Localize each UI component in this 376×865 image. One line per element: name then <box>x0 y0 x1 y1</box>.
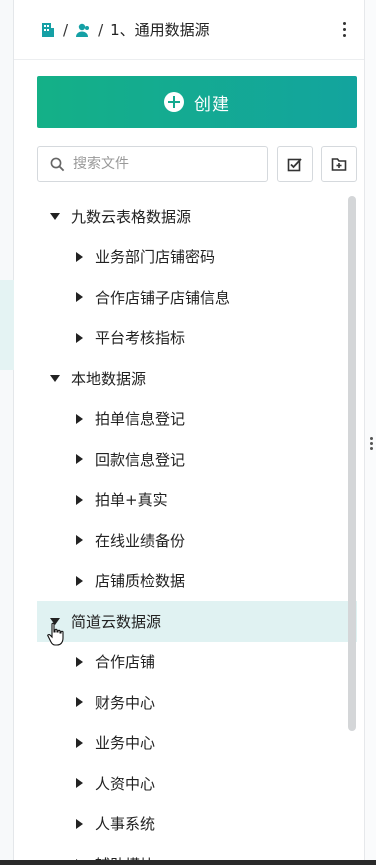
tree-item-label: 合作店铺 <box>95 653 156 672</box>
caret-right-icon[interactable] <box>73 535 85 546</box>
tree-item-label: 人资中心 <box>95 774 156 793</box>
tree-folder-label: 九数云表格数据源 <box>71 207 192 226</box>
tree-folder-label: 本地数据源 <box>71 369 147 388</box>
search-icon <box>50 157 65 171</box>
tree-item[interactable]: 合作店铺 <box>37 642 357 683</box>
search-input[interactable] <box>73 156 253 172</box>
tree-item-label: 业务部门店铺密码 <box>95 248 216 267</box>
caret-right-icon[interactable] <box>73 778 85 789</box>
building-icon[interactable] <box>40 22 56 38</box>
tree-item-label: 拍单+真实 <box>95 491 168 510</box>
new-folder-button[interactable] <box>321 146 357 182</box>
file-tree: 九数云表格数据源 业务部门店铺密码 合作店铺子店铺信息 平台考核指标 本地数据源… <box>37 196 357 865</box>
tree-folder-hovered[interactable]: 简道云数据源 <box>37 601 357 642</box>
tree-item[interactable]: 店铺质检数据 <box>37 561 357 602</box>
batch-select-button[interactable] <box>277 146 313 182</box>
tree-item[interactable]: 在线业绩备份 <box>37 520 357 561</box>
tree-item-label: 合作店铺子店铺信息 <box>95 288 231 307</box>
tree-folder[interactable]: 本地数据源 <box>37 358 357 399</box>
create-button[interactable]: 创建 <box>37 76 357 128</box>
tree-item[interactable]: 财务中心 <box>37 682 357 723</box>
tree-scrollbar-thumb[interactable] <box>348 196 356 731</box>
caret-right-icon[interactable] <box>73 656 85 667</box>
caret-down-icon[interactable] <box>49 374 61 382</box>
tree-item-label: 店铺质检数据 <box>95 572 186 591</box>
tree-item-label: 拍单信息登记 <box>95 410 186 429</box>
left-rail-active-indicator <box>0 280 14 370</box>
folder-add-icon <box>331 158 347 171</box>
search-field[interactable] <box>37 146 268 182</box>
caret-right-icon[interactable] <box>73 454 85 465</box>
tree-item[interactable]: 人资中心 <box>37 763 357 804</box>
tree-item-label: 回款信息登记 <box>95 450 186 469</box>
tree-folder-label: 简道云数据源 <box>71 612 162 631</box>
breadcrumb-separator: / <box>63 20 69 39</box>
more-vertical-icon[interactable] <box>343 22 346 37</box>
tree-item-label: 业务中心 <box>95 734 156 753</box>
caret-down-icon[interactable] <box>49 212 61 220</box>
tree-item[interactable]: 人事系统 <box>37 804 357 845</box>
tree-folder[interactable]: 九数云表格数据源 <box>37 196 357 237</box>
panel-resize-handle[interactable] <box>370 437 373 450</box>
tree-item-label: 人事系统 <box>95 815 156 834</box>
caret-right-icon[interactable] <box>73 413 85 424</box>
tree-item[interactable]: 平台考核指标 <box>37 318 357 359</box>
caret-right-icon[interactable] <box>73 292 85 303</box>
right-rail <box>364 0 376 865</box>
tree-item-label: 财务中心 <box>95 693 156 712</box>
tree-item-label: 平台考核指标 <box>95 329 186 348</box>
caret-right-icon[interactable] <box>73 737 85 748</box>
tree-item[interactable]: 业务中心 <box>37 723 357 764</box>
caret-right-icon[interactable] <box>73 251 85 262</box>
bottom-edge <box>0 860 376 865</box>
checkbox-select-icon <box>287 158 302 172</box>
breadcrumb-separator: / <box>98 20 104 39</box>
caret-right-icon[interactable] <box>73 697 85 708</box>
tree-item[interactable]: 回款信息登记 <box>37 439 357 480</box>
caret-right-icon[interactable] <box>73 575 85 586</box>
tree-item-label: 在线业绩备份 <box>95 531 186 550</box>
breadcrumb: / / 1、通用数据源 <box>14 0 364 60</box>
caret-right-icon[interactable] <box>73 332 85 343</box>
tree-item[interactable]: 拍单+真实 <box>37 480 357 521</box>
caret-right-icon[interactable] <box>73 818 85 829</box>
tree-item[interactable]: 合作店铺子店铺信息 <box>37 277 357 318</box>
left-rail <box>0 0 14 865</box>
create-button-label: 创建 <box>194 94 230 115</box>
caret-right-icon[interactable] <box>73 494 85 505</box>
plus-circle-icon <box>164 92 184 112</box>
tree-item[interactable]: 拍单信息登记 <box>37 399 357 440</box>
user-group-icon[interactable] <box>75 22 91 38</box>
breadcrumb-current: 1、通用数据源 <box>110 21 210 39</box>
hand-pointer-icon <box>47 622 64 646</box>
tree-item[interactable]: 业务部门店铺密码 <box>37 237 357 278</box>
